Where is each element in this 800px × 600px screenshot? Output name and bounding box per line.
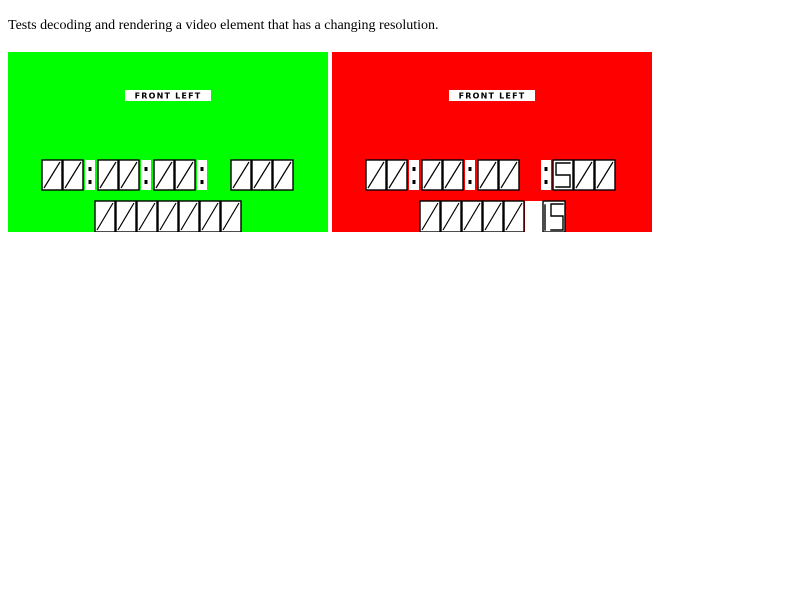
front-left-label: FRONT LEFT — [135, 92, 202, 101]
video-frame-right: FRONT LEFT — [332, 52, 652, 232]
frame-counter-digits — [94, 200, 242, 232]
timecode-digits — [365, 159, 616, 191]
timecode-digits — [41, 159, 294, 191]
video-frame-left: FRONT LEFT — [8, 52, 328, 232]
video-element-initial-resolution[interactable]: FRONT LEFT — [8, 52, 328, 232]
frame-counter-digits — [419, 200, 566, 232]
front-left-label: FRONT LEFT — [459, 92, 526, 101]
video-element-changed-resolution[interactable]: FRONT LEFT — [332, 52, 652, 232]
test-description: Tests decoding and rendering a video ele… — [8, 18, 439, 33]
test-page: Tests decoding and rendering a video ele… — [0, 0, 800, 600]
